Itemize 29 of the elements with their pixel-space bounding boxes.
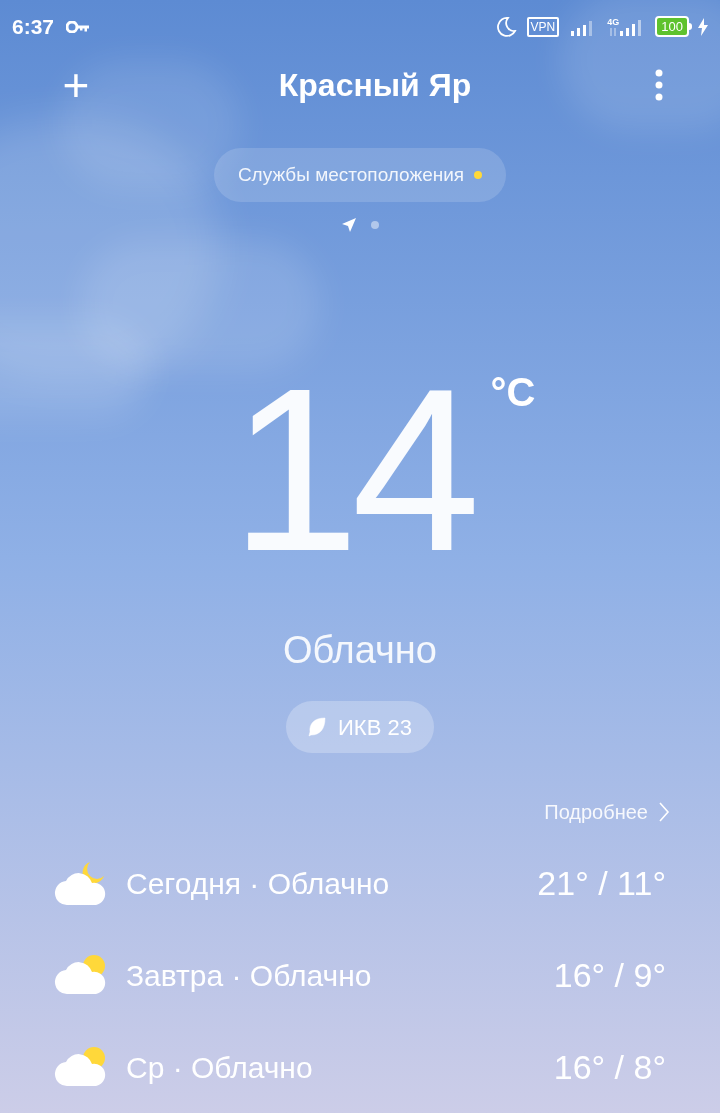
cloud-sun-icon bbox=[54, 954, 108, 996]
updown-arrows-icon bbox=[609, 26, 618, 37]
cloud-moon-icon bbox=[54, 859, 108, 907]
temperature-range: 16° / 8° bbox=[553, 1046, 666, 1088]
battery-indicator: 100 bbox=[655, 16, 689, 38]
forecast-label: Сегодня · Облачно bbox=[126, 865, 391, 902]
air-quality-button[interactable]: ИКВ 23 bbox=[286, 701, 434, 753]
temperature-range: 16° / 9° bbox=[553, 954, 666, 996]
details-link[interactable]: Подробнее bbox=[544, 797, 670, 827]
status-time: 6:37 bbox=[12, 13, 55, 40]
leaf-icon bbox=[308, 717, 327, 737]
moon-icon bbox=[494, 15, 517, 38]
network-type: 4G bbox=[607, 17, 620, 27]
location-arrow-icon[interactable] bbox=[341, 217, 357, 234]
chevron-right-icon bbox=[658, 801, 670, 823]
city-name: Красный Яр bbox=[278, 65, 472, 105]
cloud-sun-icon bbox=[54, 1046, 108, 1088]
charging-icon bbox=[698, 17, 708, 36]
more-icon[interactable] bbox=[654, 67, 664, 102]
add-city-button[interactable]: + bbox=[56, 61, 96, 108]
vpn-indicator: VPN bbox=[526, 16, 560, 37]
forecast-label: Ср · Облачно bbox=[126, 1049, 314, 1086]
forecast-label: Завтра · Облачно bbox=[126, 957, 373, 994]
location-services-button[interactable]: Службы местоположения bbox=[213, 148, 507, 203]
key-icon bbox=[66, 20, 91, 33]
temperature-range: 21° / 11° bbox=[537, 862, 666, 904]
temperature-unit: °C bbox=[490, 372, 536, 416]
temperature: 14 bbox=[230, 370, 473, 570]
weather-condition: Облачно bbox=[282, 628, 438, 673]
